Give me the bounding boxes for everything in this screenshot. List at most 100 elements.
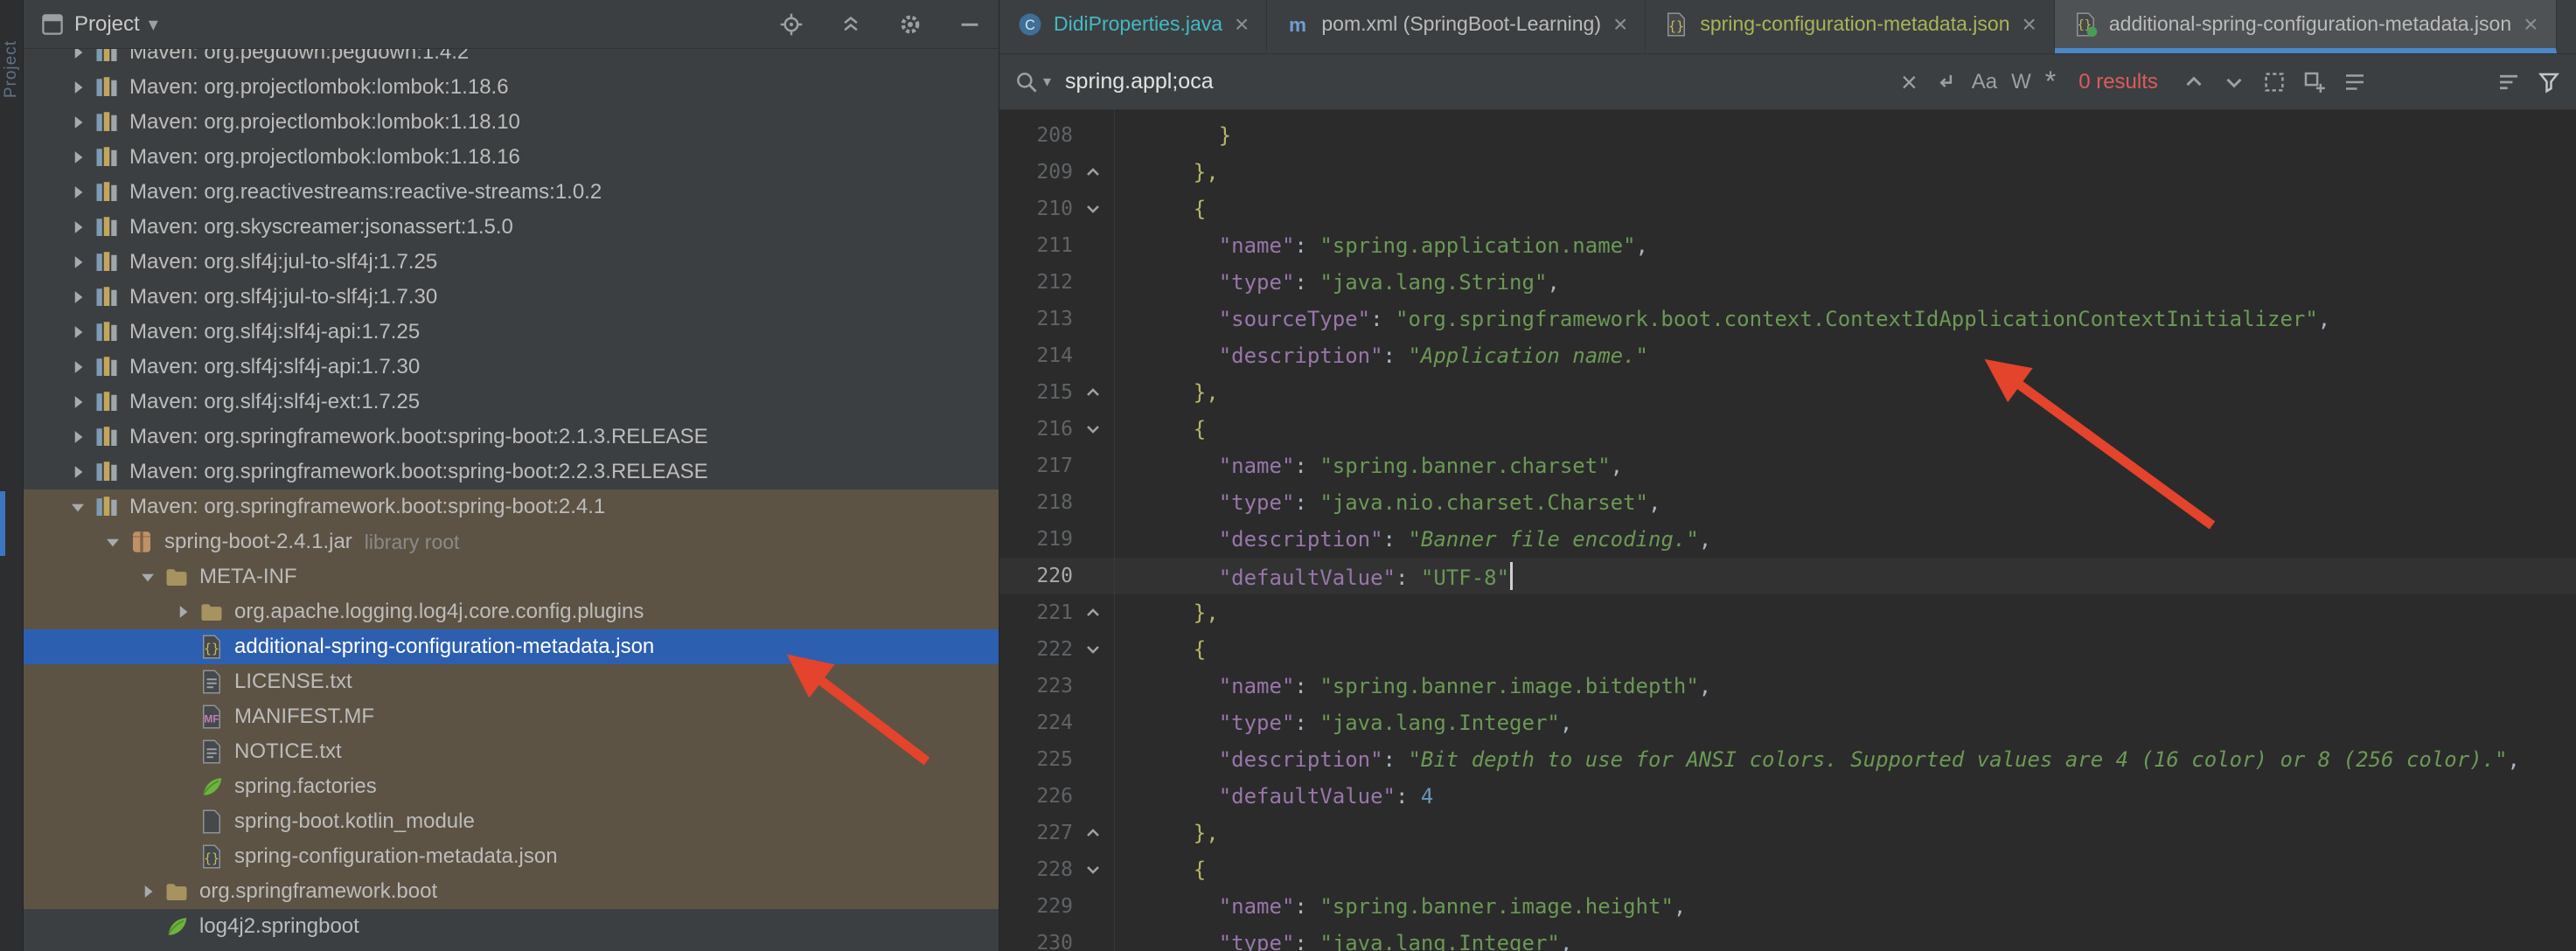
collapse-chevron-icon[interactable]	[97, 531, 129, 553]
search-history-chevron-icon[interactable]: ▾	[1043, 73, 1051, 91]
tree-row[interactable]: MFMANIFEST.MF	[24, 699, 999, 734]
panel-title[interactable]: Project	[74, 12, 140, 37]
fold-marker-icon[interactable]	[1073, 639, 1113, 660]
search-icon[interactable]	[1013, 69, 1040, 95]
editor-line[interactable]: 213 "sourceType": "org.springframework.b…	[999, 301, 2576, 337]
expand-chevron-icon[interactable]	[62, 461, 94, 483]
editor-line[interactable]: 220 "defaultValue": "UTF-8"	[999, 558, 2576, 594]
filter-icon[interactable]	[2536, 69, 2562, 95]
editor-line[interactable]: 212 "type": "java.lang.String",	[999, 264, 2576, 301]
editor-line[interactable]: 229 "name": "spring.banner.image.height"…	[999, 888, 2576, 925]
fold-marker-icon[interactable]	[1073, 419, 1113, 440]
expand-chevron-icon[interactable]	[132, 880, 164, 903]
expand-chevron-icon[interactable]	[62, 251, 94, 274]
tree-row[interactable]: Maven: org.springframework.boot:spring-b…	[24, 489, 999, 524]
editor-line[interactable]: 209 },	[999, 154, 2576, 191]
close-icon[interactable]: ×	[2023, 12, 2036, 37]
expand-chevron-icon[interactable]	[62, 111, 94, 134]
settings-gear-icon[interactable]	[897, 11, 923, 38]
editor-line[interactable]: 230 "type": "java.lang.Integer",	[999, 925, 2576, 951]
tree-row[interactable]: Maven: org.slf4j:slf4j-ext:1.7.25	[24, 385, 999, 420]
search-options-icon[interactable]	[2496, 69, 2522, 95]
editor-line[interactable]: 226 "defaultValue": 4	[999, 778, 2576, 815]
hide-panel-icon[interactable]	[957, 11, 983, 38]
tree-row[interactable]: Maven: org.slf4j:slf4j-api:1.7.25	[24, 315, 999, 350]
tree-row[interactable]: Maven: org.skyscreamer:jsonassert:1.5.0	[24, 210, 999, 245]
tree-row[interactable]: Maven: org.projectlombok:lombok:1.18.10	[24, 105, 999, 140]
tree-row[interactable]: Maven: org.projectlombok:lombok:1.18.16	[24, 140, 999, 175]
tree-row[interactable]: Maven: org.springframework.boot:spring-b…	[24, 420, 999, 455]
expand-chevron-icon[interactable]	[62, 356, 94, 378]
editor-line[interactable]: 219 "description": "Banner file encoding…	[999, 521, 2576, 558]
fold-marker-icon[interactable]	[1073, 602, 1113, 623]
tree-row[interactable]: {}additional-spring-configuration-metada…	[24, 629, 999, 664]
select-opened-file-icon[interactable]	[778, 11, 804, 38]
select-all-occurrences-icon[interactable]	[2342, 69, 2368, 95]
expand-chevron-icon[interactable]	[167, 600, 198, 623]
tree-row[interactable]: Maven: org.reactivestreams:reactive-stre…	[24, 175, 999, 210]
whole-words-toggle[interactable]: W	[2011, 70, 2031, 94]
tree-row[interactable]: NOTICE.txt	[24, 734, 999, 769]
tree-row[interactable]: {}spring-configuration-metadata.json	[24, 839, 999, 874]
tree-row[interactable]: log4j2.springboot	[24, 909, 999, 944]
editor-line[interactable]: 218 "type": "java.nio.charset.Charset",	[999, 484, 2576, 521]
editor-line[interactable]: 221 },	[999, 594, 2576, 631]
tree-row[interactable]: spring.factories	[24, 769, 999, 804]
clear-search-icon[interactable]: ×	[1901, 68, 1918, 96]
editor-line[interactable]: 207 "defaultValue": "org.springframework…	[999, 110, 2576, 117]
editor-line[interactable]: 214 "description": "Application name."	[999, 337, 2576, 374]
editor-line[interactable]: 222 {	[999, 631, 2576, 668]
tree-row[interactable]: Maven: org.slf4j:slf4j-api:1.7.30	[24, 350, 999, 385]
tree-row[interactable]: spring-boot.kotlin_module	[24, 804, 999, 839]
collapse-chevron-icon[interactable]	[62, 496, 94, 518]
fold-marker-icon[interactable]	[1073, 859, 1113, 880]
editor-tab[interactable]: {}additional-spring-configuration-metada…	[2055, 0, 2557, 53]
editor-line[interactable]: 210 {	[999, 191, 2576, 227]
close-icon[interactable]: ×	[2524, 12, 2538, 37]
editor-line[interactable]: 223 "name": "spring.banner.image.bitdept…	[999, 668, 2576, 705]
tree-row[interactable]: Maven: org.springframework.boot:spring-b…	[24, 455, 999, 489]
editor-line[interactable]: 215 },	[999, 374, 2576, 411]
expand-chevron-icon[interactable]	[62, 391, 94, 413]
close-icon[interactable]: ×	[1235, 12, 1249, 37]
previous-occurrence-icon[interactable]	[2181, 69, 2207, 95]
match-case-toggle[interactable]: Aa	[1972, 70, 1997, 94]
editor-line[interactable]: 225 "description": "Bit depth to use for…	[999, 741, 2576, 778]
tree-row[interactable]: spring-boot-2.4.1.jarlibrary root	[24, 524, 999, 559]
tree-row[interactable]: org.apache.logging.log4j.core.config.plu…	[24, 594, 999, 629]
expand-chevron-icon[interactable]	[62, 216, 94, 239]
tree-row[interactable]: Maven: org.slf4j:jul-to-slf4j:1.7.30	[24, 280, 999, 315]
chevron-down-icon[interactable]: ▾	[149, 13, 158, 36]
editor-line[interactable]: 224 "type": "java.lang.Integer",	[999, 705, 2576, 741]
fold-marker-icon[interactable]	[1073, 198, 1113, 219]
editor-line[interactable]: 217 "name": "spring.banner.charset",	[999, 448, 2576, 484]
next-occurrence-icon[interactable]	[2221, 69, 2247, 95]
newline-icon[interactable]	[1932, 69, 1958, 95]
add-occurrence-icon[interactable]	[2301, 69, 2328, 95]
editor-line[interactable]: 208 }	[999, 117, 2576, 154]
tree-row[interactable]: META-INF	[24, 559, 999, 594]
find-in-selection-icon[interactable]	[2261, 69, 2287, 95]
editor-line[interactable]: 211 "name": "spring.application.name",	[999, 227, 2576, 264]
expand-chevron-icon[interactable]	[62, 286, 94, 309]
editor-line[interactable]: 227 },	[999, 815, 2576, 851]
stripe-tool-button[interactable]: Project	[2, 40, 21, 98]
expand-chevron-icon[interactable]	[62, 321, 94, 344]
editor[interactable]: 207 "defaultValue": "org.springframework…	[999, 110, 2576, 951]
fold-marker-icon[interactable]	[1073, 823, 1113, 843]
tree-row[interactable]: LICENSE.txt	[24, 664, 999, 699]
expand-chevron-icon[interactable]	[62, 146, 94, 169]
collapse-all-icon[interactable]	[838, 11, 864, 38]
expand-chevron-icon[interactable]	[62, 426, 94, 448]
expand-chevron-icon[interactable]	[62, 76, 94, 99]
search-input[interactable]: spring.appl;oca	[1065, 69, 1887, 94]
close-icon[interactable]: ×	[1613, 12, 1627, 37]
editor-tab[interactable]: CDidiProperties.java×	[999, 0, 1267, 53]
regex-toggle[interactable]: *	[2045, 66, 2056, 98]
collapse-chevron-icon[interactable]	[132, 566, 164, 588]
editor-line[interactable]: 228 {	[999, 851, 2576, 888]
fold-marker-icon[interactable]	[1073, 162, 1113, 183]
editor-tab[interactable]: {}spring-configuration-metadata.json×	[1646, 0, 2055, 53]
editor-tab[interactable]: mpom.xml (SpringBoot-Learning)×	[1267, 0, 1646, 53]
tree-row[interactable]: org.springframework.boot	[24, 874, 999, 909]
